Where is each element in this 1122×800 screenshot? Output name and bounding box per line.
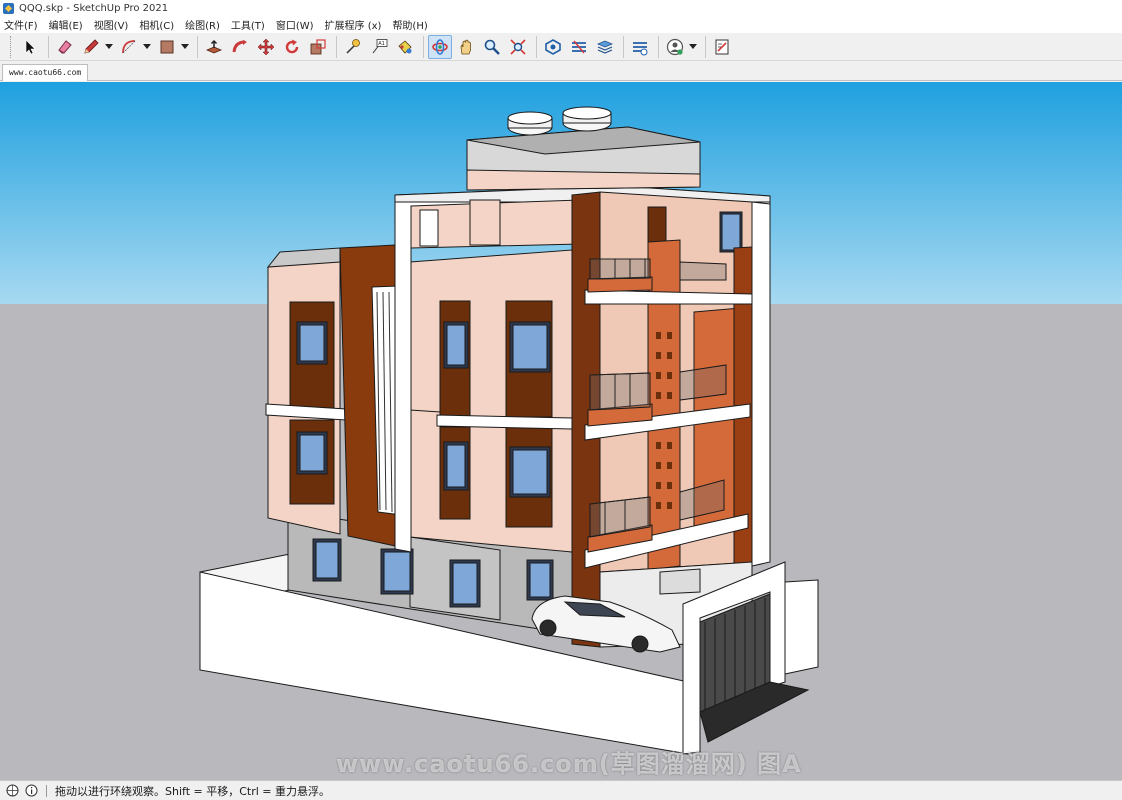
layout-button[interactable] — [593, 35, 617, 59]
toolbar-separator — [423, 35, 424, 58]
menu-window[interactable]: 窗口(W) — [276, 16, 314, 33]
account-button[interactable] — [663, 35, 687, 59]
toolbar-separator — [536, 35, 537, 58]
toolbar-grip[interactable] — [10, 35, 12, 58]
scale-tool-button[interactable] — [306, 35, 330, 59]
account-dropdown[interactable] — [689, 35, 697, 59]
toolbar-separator — [658, 35, 659, 58]
getting-started-toolbar: A1 — [0, 33, 1122, 61]
move-tool-button[interactable] — [254, 35, 278, 59]
text-icon: A1 — [372, 38, 388, 53]
model-viewport[interactable]: www.caotu66.com(草图溜溜网) 图A — [0, 82, 1122, 780]
info-icon[interactable] — [25, 784, 38, 797]
menu-edit[interactable]: 编辑(E) — [49, 16, 83, 33]
follow-me-tool-button[interactable] — [228, 35, 252, 59]
line-tool-dropdown[interactable] — [105, 35, 113, 59]
line-tool-button[interactable] — [79, 35, 103, 59]
follow-me-icon — [232, 39, 247, 52]
extension-warehouse-button[interactable] — [567, 35, 591, 59]
rotate-tool-button[interactable] — [280, 35, 304, 59]
scene-tab[interactable]: www.caotu66.com — [2, 64, 89, 81]
select-icon — [25, 38, 36, 54]
move-icon — [257, 38, 275, 55]
account-icon — [666, 38, 684, 55]
zoom-icon — [484, 39, 500, 55]
shape-tool-button[interactable] — [155, 35, 179, 59]
3d-warehouse-button[interactable] — [541, 35, 565, 59]
layout-icon — [596, 40, 614, 54]
text-tool-button[interactable]: A1 — [367, 35, 391, 59]
toolbar-separator — [48, 35, 49, 58]
toolbar-separator — [705, 35, 706, 58]
menu-extensions[interactable]: 扩展程序 (x) — [325, 16, 382, 33]
shape-tool-dropdown[interactable] — [181, 35, 189, 59]
warehouse-icon — [545, 38, 561, 55]
scale-icon — [310, 38, 326, 54]
scene-tabs: www.caotu66.com — [0, 61, 1122, 81]
window-title: QQQ.skp - SketchUp Pro 2021 — [19, 2, 169, 14]
pan-icon — [460, 38, 471, 54]
geolocation-icon[interactable] — [6, 784, 19, 797]
building-model-render — [0, 82, 1122, 780]
menu-draw[interactable]: 绘图(R) — [185, 16, 220, 33]
tape-measure-icon — [346, 38, 360, 54]
menu-tools[interactable]: 工具(T) — [231, 16, 265, 33]
extension-warehouse-icon — [572, 40, 586, 53]
orbit-tool-button[interactable] — [428, 34, 452, 59]
menu-help[interactable]: 帮助(H) — [392, 16, 427, 33]
status-divider — [46, 784, 47, 797]
dropdown-arrow-icon — [143, 43, 151, 49]
dropdown-arrow-icon — [181, 43, 189, 49]
arc-tool-button[interactable] — [117, 35, 141, 59]
title-bar: QQQ.skp - SketchUp Pro 2021 — [0, 0, 1122, 16]
menu-view[interactable]: 视图(V) — [94, 16, 129, 33]
make-icon — [715, 39, 729, 54]
toolbar-separator — [623, 35, 624, 58]
arc-icon — [122, 39, 136, 53]
paint-bucket-icon — [398, 39, 412, 54]
menu-camera[interactable]: 相机(C) — [139, 16, 174, 33]
eraser-tool-button[interactable] — [53, 35, 77, 59]
sketchup-viewer-button[interactable] — [628, 35, 652, 59]
rotate-icon — [285, 39, 299, 53]
orbit-icon — [432, 38, 448, 55]
shape-icon — [160, 40, 174, 53]
watermark-text: www.caotu66.com(草图溜溜网) 图A — [336, 750, 802, 778]
menu-bar: 文件(F) 编辑(E) 视图(V) 相机(C) 绘图(R) 工具(T) 窗口(W… — [0, 16, 1122, 33]
sketchup-logo-icon — [3, 2, 14, 14]
eraser-icon — [58, 39, 72, 54]
sketchup-viewer-icon — [633, 41, 648, 55]
menu-file[interactable]: 文件(F) — [4, 16, 38, 33]
toolbar-separator — [336, 35, 337, 58]
toolbar-separator — [197, 35, 198, 58]
zoom-extents-icon — [510, 38, 526, 55]
zoom-tool-button[interactable] — [480, 35, 504, 59]
paint-bucket-tool-button[interactable] — [393, 35, 417, 59]
tape-measure-tool-button[interactable] — [341, 35, 365, 59]
svg-text:A1: A1 — [378, 41, 385, 47]
dropdown-arrow-icon — [689, 43, 697, 49]
dropdown-arrow-icon — [105, 43, 113, 49]
push-pull-tool-button[interactable] — [202, 35, 226, 59]
zoom-extents-tool-button[interactable] — [506, 35, 530, 59]
pan-tool-button[interactable] — [454, 35, 478, 59]
status-bar: 拖动以进行环绕观察。Shift = 平移，Ctrl = 重力悬浮。 — [0, 780, 1122, 800]
sketchup-window: QQQ.skp - SketchUp Pro 2021 文件(F) 编辑(E) … — [0, 0, 1122, 800]
select-tool-button[interactable] — [18, 35, 42, 59]
arc-tool-dropdown[interactable] — [143, 35, 151, 59]
pencil-icon — [84, 38, 99, 54]
push-pull-icon — [205, 39, 223, 53]
status-message: 拖动以进行环绕观察。Shift = 平移，Ctrl = 重力悬浮。 — [55, 784, 330, 798]
sketchup-make-button[interactable] — [710, 35, 734, 59]
